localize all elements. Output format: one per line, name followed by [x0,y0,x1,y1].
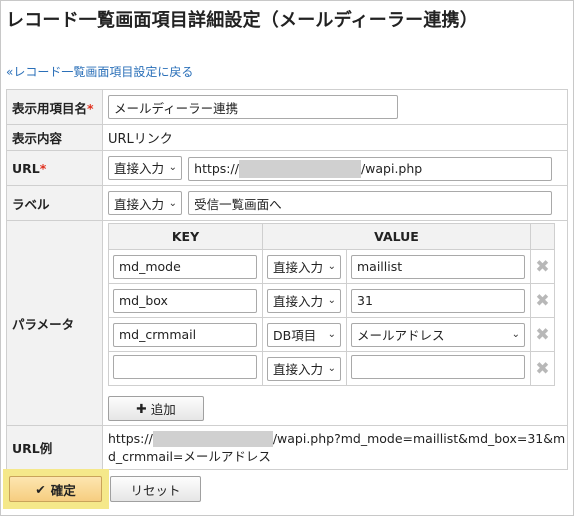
check-circle-icon: ✔ [35,481,46,497]
required-mark: * [39,160,47,176]
label-label: ラベル [6,185,103,221]
back-link[interactable]: «レコード一覧画面項目設定に戻る [6,63,193,80]
key-header: KEY [108,223,263,250]
url-example-label: URL例 [6,425,103,470]
delete-icon[interactable]: ✖ [530,283,555,318]
row-display-name: 表示用項目名* メールディーラー連携 [6,89,568,125]
param-mode-select[interactable]: 直接入力 ⌄ [267,254,341,279]
param-key-input[interactable] [113,354,257,379]
row-url-example: URL例 https:///wapi.php?md_mode=maillist&… [6,425,568,470]
label-input[interactable]: 受信一覧画面へ [188,191,553,215]
display-name-input[interactable]: メールディーラー連携 [108,95,398,119]
chevron-down-icon: ⌄ [327,261,336,272]
delete-icon[interactable]: ✖ [530,249,555,284]
plus-icon: ✚ [136,401,147,416]
param-row: md_mode 直接入力 ⌄ maillist ✖ [108,249,555,284]
url-input[interactable]: https:///wapi.php [188,156,553,181]
param-mode-select[interactable]: 直接入力 ⌄ [267,288,341,313]
url-label: URL* [6,150,103,186]
row-params: パラメータ KEY VALUE md_mode 直接入力 ⌄ maillist ✖ [6,220,568,426]
params-label: パラメータ [6,220,103,426]
row-url: URL* 直接入力 ⌄ https:///wapi.php [6,150,568,186]
confirm-button[interactable]: ✔ 確定 [9,476,102,502]
chevron-down-icon: ⌄ [168,162,177,173]
delete-header [530,223,555,250]
param-value-input[interactable]: 31 [351,288,525,313]
value-header: VALUE [262,223,531,250]
label-mode-select[interactable]: 直接入力 ⌄ [108,191,182,215]
params-table: KEY VALUE md_mode 直接入力 ⌄ maillist ✖ md_bo… [108,223,555,386]
row-label: ラベル 直接入力 ⌄ 受信一覧画面へ [6,185,568,221]
url-example-value: https:///wapi.php?md_mode=maillist&md_bo… [102,425,568,470]
param-key-input[interactable]: md_mode [113,254,257,279]
settings-table: 表示用項目名* メールディーラー連携 表示内容 URLリンク URL* 直接入力… [6,89,568,470]
chevron-down-icon: ⌄ [327,329,336,340]
chevron-down-icon: ⌄ [168,197,177,209]
required-mark: * [87,100,94,116]
row-content: 表示内容 URLリンク [6,124,568,151]
param-key-input[interactable]: md_crmmail [113,322,257,347]
param-value-select[interactable]: メールアドレス ⌄ [351,322,525,347]
chevron-down-icon: ⌄ [327,295,336,306]
url-mode-select[interactable]: 直接入力 ⌄ [108,155,182,180]
page-title: レコード一覧画面項目詳細設定（メールディーラー連携） [6,10,478,31]
display-name-label: 表示用項目名* [6,89,103,125]
chevron-down-icon: ⌄ [327,363,336,374]
chevron-down-icon: ⌄ [511,329,520,340]
delete-icon[interactable]: ✖ [530,317,555,352]
redacted-block [238,159,361,178]
reset-button[interactable]: リセット [110,476,201,502]
param-row: 直接入力 ⌄ ✖ [108,351,555,386]
add-param-button[interactable]: ✚ 追加 [108,396,204,421]
param-value-input[interactable] [351,354,525,379]
param-mode-select[interactable]: DB項目 ⌄ [267,322,341,347]
param-row: md_box 直接入力 ⌄ 31 ✖ [108,283,555,318]
param-row: md_crmmail DB項目 ⌄ メールアドレス ⌄ ✖ [108,317,555,352]
content-value: URLリンク [102,124,568,151]
delete-icon[interactable]: ✖ [530,351,555,386]
redacted-block [152,431,273,447]
param-mode-select[interactable]: 直接入力 ⌄ [267,356,341,381]
param-value-input[interactable]: maillist [351,254,525,279]
content-label: 表示内容 [6,124,103,151]
param-key-input[interactable]: md_box [113,288,257,313]
